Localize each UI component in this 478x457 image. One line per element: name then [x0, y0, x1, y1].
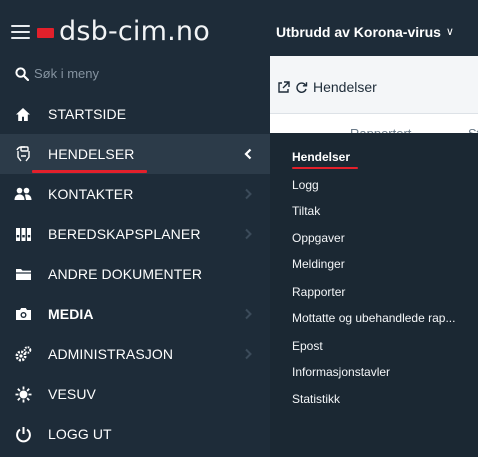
sidebar-item-beredskapsplaner[interactable]: BEREDSKAPSPLANER — [0, 214, 270, 254]
chevron-left-icon — [244, 148, 252, 160]
incident-icon — [14, 146, 32, 162]
sidebar-item-hendelser[interactable]: HENDELSER — [0, 134, 270, 174]
menu-search[interactable]: Søk i meny — [0, 56, 270, 94]
hamburger-menu-icon[interactable] — [11, 25, 30, 39]
submenu-active-indicator — [292, 167, 358, 169]
submenu-item-rapporter[interactable]: Rapporter — [292, 285, 345, 299]
sidebar-item-vesuv[interactable]: VESUV — [0, 374, 270, 414]
submenu-item-statistikk[interactable]: Statistikk — [292, 392, 340, 406]
search-placeholder: Søk i meny — [34, 66, 100, 81]
event-selector-label: Utbrudd av Korona-virus — [276, 24, 441, 40]
brand-flag-icon — [37, 28, 54, 38]
search-icon — [15, 67, 29, 81]
sidebar-item-label: KONTAKTER — [48, 186, 134, 202]
folder-icon — [14, 266, 32, 282]
sidebar-item-administrasjon[interactable]: ADMINISTRASJON — [0, 334, 270, 374]
active-indicator — [32, 170, 147, 173]
submenu-item-hendelser[interactable]: Hendelser — [292, 150, 350, 164]
refresh-icon[interactable] — [295, 81, 308, 94]
breadcrumb: Hendelser — [277, 79, 377, 95]
volcano-icon — [14, 386, 32, 402]
event-selector[interactable]: Utbrudd av Korona-virus ∨ — [276, 23, 454, 41]
camera-icon — [14, 306, 32, 322]
sidebar-item-label: ANDRE DOKUMENTER — [48, 266, 203, 282]
power-icon — [14, 426, 32, 442]
sidebar-item-logg-ut[interactable]: LOGG UT — [0, 414, 270, 454]
contacts-icon — [14, 186, 32, 202]
binders-icon — [14, 226, 32, 242]
submenu-item-informasjonstavler[interactable]: Informasjonstavler — [292, 365, 390, 379]
sidebar-item-media[interactable]: MEDIA — [0, 294, 270, 334]
sidebar-item-label: HENDELSER — [48, 146, 135, 162]
sidebar-item-kontakter[interactable]: KONTAKTER — [0, 174, 270, 214]
sidebar-item-label: ADMINISTRASJON — [48, 346, 174, 362]
page-title: Hendelser — [313, 79, 377, 95]
submenu-item-tiltak[interactable]: Tiltak — [292, 204, 320, 218]
cogs-icon — [14, 346, 32, 362]
sidebar-item-startside[interactable]: STARTSIDE — [0, 94, 270, 134]
chevron-right-icon — [245, 308, 252, 320]
submenu-item-epost[interactable]: Epost — [292, 339, 323, 353]
chevron-right-icon — [245, 348, 252, 360]
top-bar: dsb-cim.no Utbrudd av Korona-virus ∨ — [0, 0, 478, 56]
hendelser-submenu: Hendelser Logg Tiltak Oppgaver Meldinger… — [270, 133, 478, 457]
brand-logo[interactable]: dsb-cim.no — [59, 17, 210, 47]
sidebar-item-label: VESUV — [48, 386, 96, 402]
sidebar-item-label: STARTSIDE — [48, 106, 127, 122]
home-icon — [14, 106, 32, 122]
submenu-item-mottatte[interactable]: Mottatte og ubehandlede rap... — [292, 311, 455, 325]
chevron-right-icon — [245, 188, 252, 200]
submenu-item-meldinger[interactable]: Meldinger — [292, 257, 345, 271]
sidebar-item-andre-dokumenter[interactable]: ANDRE DOKUMENTER — [0, 254, 270, 294]
chevron-right-icon — [245, 228, 252, 240]
submenu-item-logg[interactable]: Logg — [292, 178, 319, 192]
chevron-down-icon: ∨ — [445, 26, 454, 38]
submenu-item-oppgaver[interactable]: Oppgaver — [292, 231, 345, 245]
external-link-icon[interactable] — [277, 80, 290, 94]
sidebar-item-label: BEREDSKAPSPLANER — [48, 226, 201, 242]
sidebar: Søk i meny STARTSIDE HENDELSER KONTAKTER… — [0, 56, 270, 457]
sidebar-item-label: MEDIA — [48, 306, 94, 322]
sidebar-item-label: LOGG UT — [48, 426, 112, 442]
